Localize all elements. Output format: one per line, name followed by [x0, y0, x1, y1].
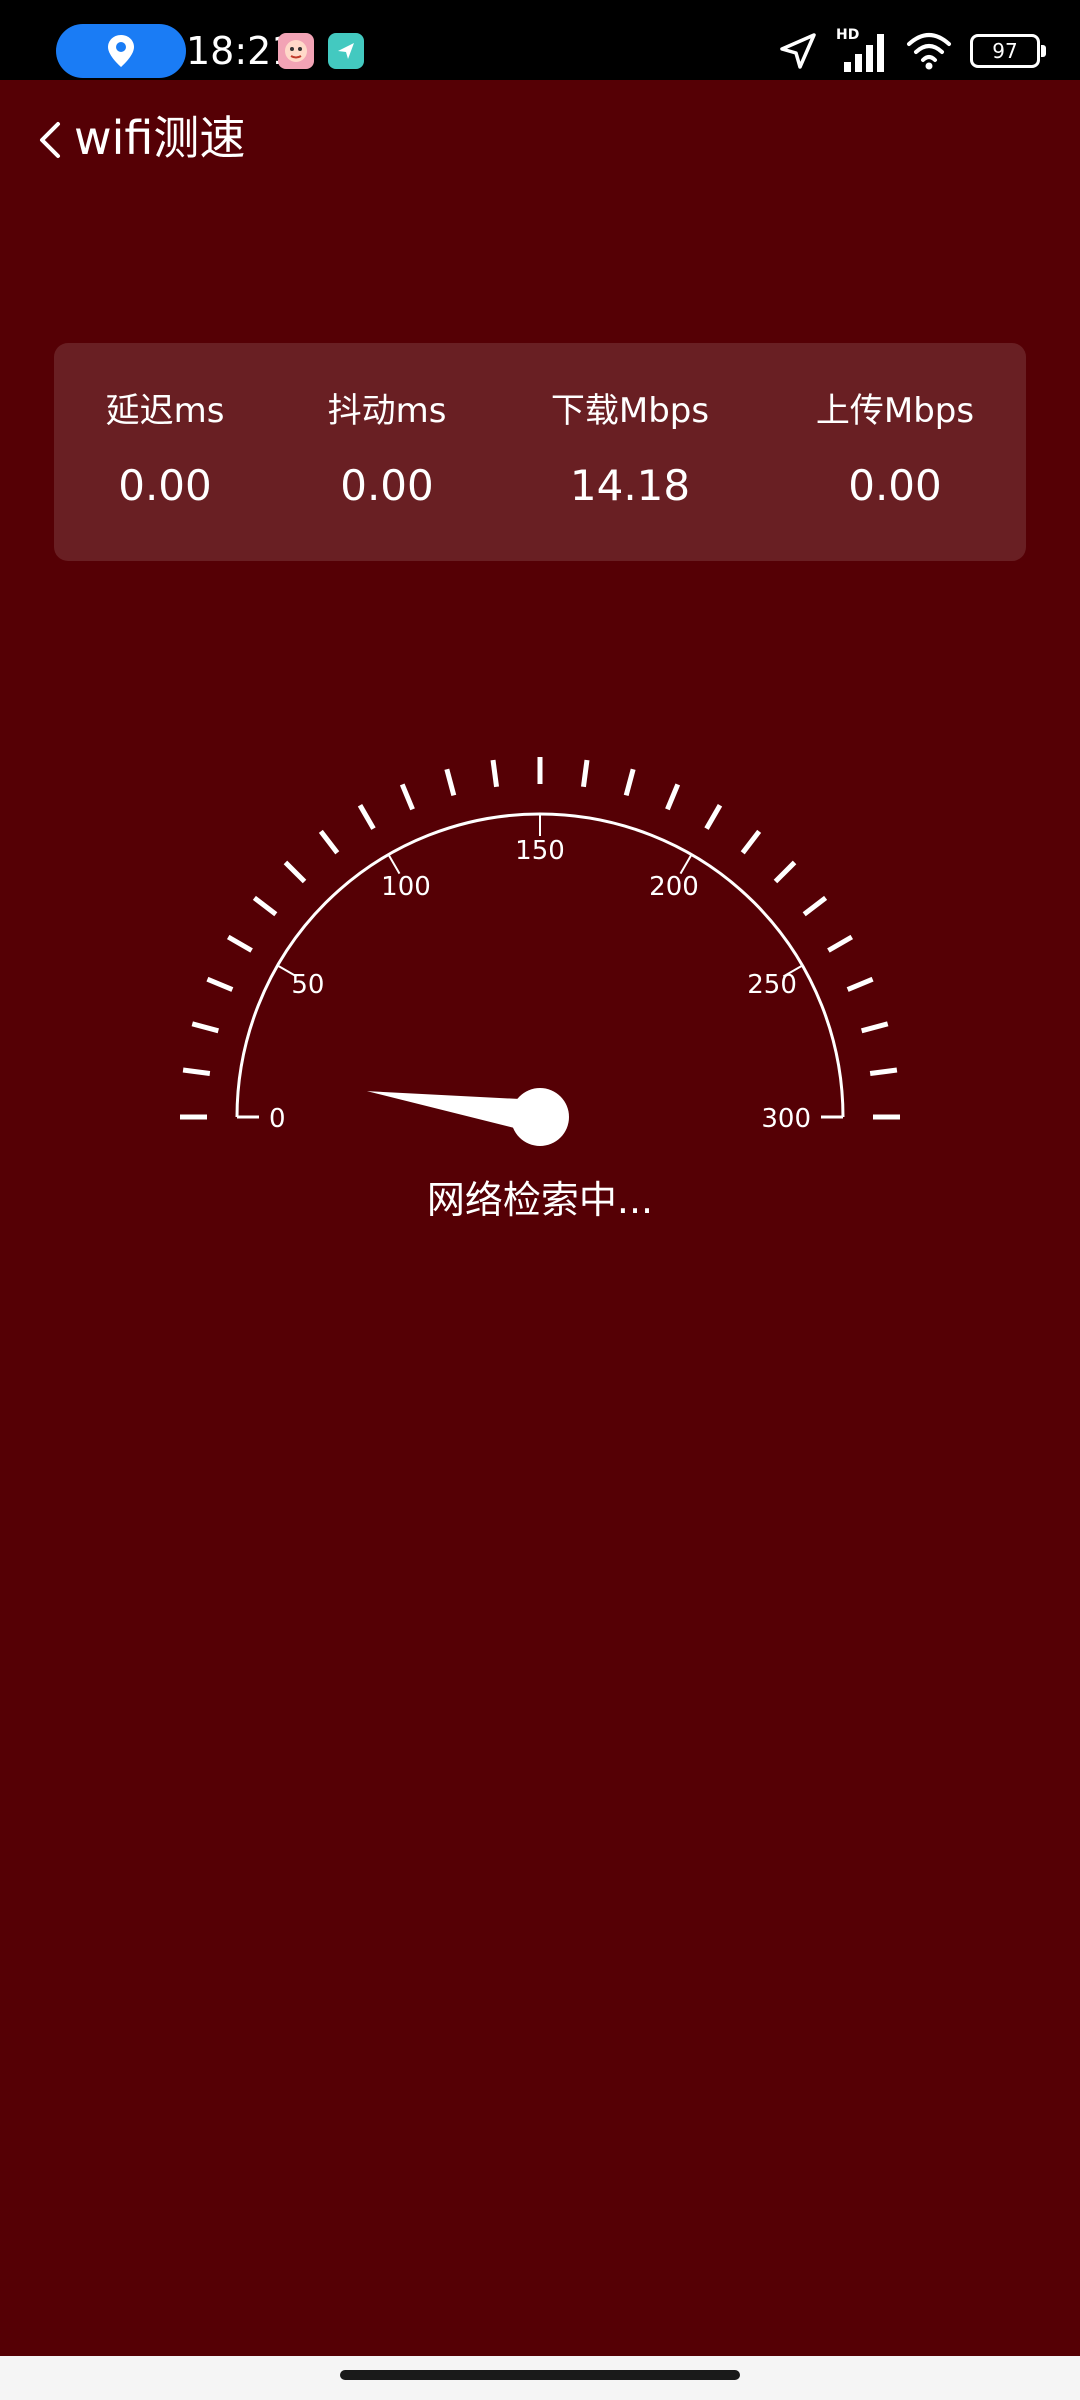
location-indicator[interactable]	[56, 24, 186, 78]
metric-label: 抖动ms	[327, 391, 447, 431]
metric-label: 下载Mbps	[550, 391, 710, 431]
back-button[interactable]	[30, 114, 70, 166]
gauge-outer-tick	[773, 860, 797, 884]
gauge-inner-tick	[387, 854, 401, 875]
chevron-left-icon	[40, 122, 60, 158]
gauge-outer-tick	[283, 860, 307, 884]
gauge-outer-tick	[846, 976, 874, 992]
gauge-outer-tick	[206, 976, 234, 992]
home-indicator[interactable]	[340, 2370, 740, 2380]
gauge-outer-tick	[252, 895, 278, 917]
gauge-outer-tick	[191, 1021, 219, 1034]
signal-group: HD	[836, 28, 888, 74]
gauge-scale-label: 300	[761, 1104, 811, 1134]
gauge-outer-tick	[802, 895, 828, 917]
notification-send-icon	[328, 33, 364, 69]
location-pin-icon	[108, 35, 134, 67]
gauge-outer-tick	[665, 783, 681, 811]
gauge-scale-label: 0	[269, 1104, 286, 1134]
gauge-outer-tick	[226, 934, 253, 953]
gauge-outer-tick	[704, 803, 723, 830]
gauge-outer-tick	[580, 759, 590, 788]
gauge-outer-tick	[399, 783, 415, 811]
metric-label: 延迟ms	[105, 391, 225, 431]
gauge-scale-label: 150	[515, 836, 565, 866]
gauge-outer-tick	[357, 803, 376, 830]
gauge-scale-labels: 0 50 100 150 200 250 300	[237, 814, 843, 1134]
metrics-card: 延迟ms 0.00 抖动ms 0.00 下载Mbps 14.18 上传Mbps …	[54, 343, 1026, 561]
gauge-needle	[366, 1088, 569, 1146]
gauge-scale-label: 200	[649, 872, 699, 902]
metric-value: 14.18	[569, 461, 691, 510]
gauge-outer-tick	[490, 759, 500, 788]
battery-icon: 97	[970, 34, 1046, 68]
gauge-outer-tick	[869, 1067, 898, 1077]
gauge-outer-tick	[182, 1067, 211, 1077]
wifi-icon	[907, 33, 951, 70]
signal-bars-icon	[844, 34, 884, 72]
gauge-scale-label: 100	[381, 872, 431, 902]
metric-value: 0.00	[848, 461, 942, 510]
metric-value: 0.00	[118, 461, 212, 510]
status-indicators: HD 97	[778, 22, 1046, 80]
metric-label: 上传Mbps	[815, 391, 975, 431]
gauge-outer-tick	[318, 829, 340, 855]
gauge-outer-ticks	[180, 757, 900, 1120]
gauge-inner-tick	[679, 854, 693, 875]
status-bar: 18:21 HD 97	[0, 0, 1080, 80]
gauge-scale-label: 50	[291, 970, 324, 1000]
gauge-outer-tick	[827, 934, 854, 953]
app-bar: wifi测速	[0, 80, 1080, 200]
gauge-scale-label: 250	[747, 970, 797, 1000]
gauge-outer-tick	[444, 768, 457, 796]
gauge-outer-tick	[623, 768, 636, 796]
gauge-outer-tick	[740, 829, 762, 855]
metric-value: 0.00	[340, 461, 434, 510]
gauge-outer-tick	[861, 1021, 889, 1034]
notification-app-icon	[278, 33, 314, 69]
page-title: wifi测速	[74, 111, 246, 165]
gauge-status-text: 网络检索中...	[426, 1178, 654, 1222]
gauge-needle-hub	[511, 1088, 569, 1146]
navigation-arrow-icon	[780, 33, 816, 69]
